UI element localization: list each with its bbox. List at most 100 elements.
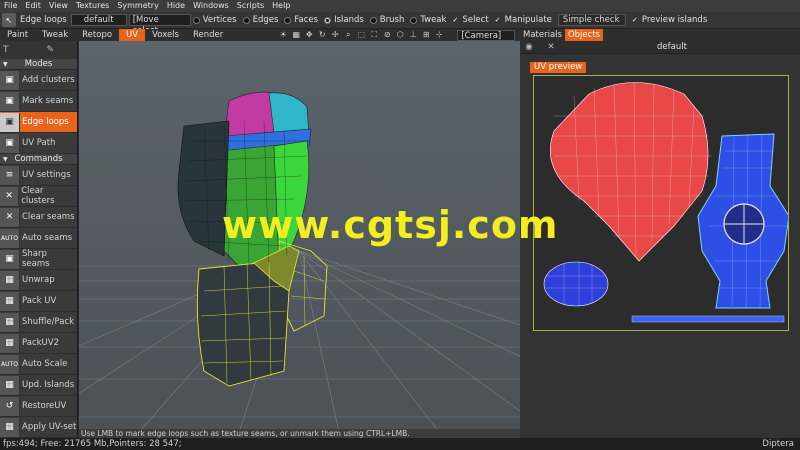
radio-dot-icon <box>284 16 292 24</box>
menu-file[interactable]: File <box>0 0 21 12</box>
tool-edge-loops[interactable]: ▣ Edge loops <box>0 112 77 133</box>
tool-uv-settings[interactable]: ≡ UV settings <box>0 165 77 186</box>
status-bar: fps:494; Free: 21765 Mb,Pointers: 28 547… <box>0 438 800 450</box>
menu-hide[interactable]: Hide <box>163 0 189 12</box>
grid-toggle-icon[interactable]: ⊞ <box>421 30 431 40</box>
radio-faces[interactable]: Faces <box>284 15 318 25</box>
tool-label: Clear clusters <box>21 186 55 206</box>
tab-retopo[interactable]: Retopo <box>75 29 119 41</box>
tool-mark-seams[interactable]: ▣ Mark seams <box>0 91 77 112</box>
cube-icon: ▣ <box>0 91 20 111</box>
tool-apply-uv-set[interactable]: ▦ Apply UV-set <box>0 417 77 438</box>
close-icon[interactable]: ✕ <box>545 42 557 52</box>
tool-auto-scale[interactable]: AUTO Auto Scale <box>0 354 77 375</box>
brush-icon[interactable]: ✎ <box>47 45 55 55</box>
menu-help[interactable]: Help <box>268 0 294 12</box>
pan-icon[interactable]: ✢ <box>330 30 340 40</box>
edge-loops-tool-icon[interactable]: ↖ <box>2 13 16 27</box>
no-icon[interactable]: ⊘ <box>382 30 392 40</box>
radio-label: Faces <box>294 15 319 25</box>
tool-clear-clusters[interactable]: ✕ Clear clusters <box>0 186 77 207</box>
commands-header[interactable]: ▼ Commands <box>0 154 77 165</box>
tool-unwrap[interactable]: ▦ Unwrap <box>0 270 77 291</box>
menu-windows[interactable]: Windows <box>189 0 233 12</box>
simple-check-dropdown[interactable]: Simple check <box>557 14 626 26</box>
modes-header[interactable]: ▼ Modes <box>0 59 77 70</box>
checkbox-select[interactable]: ✓ Select <box>452 15 488 25</box>
radio-label: Brush <box>379 15 405 25</box>
cube-icon[interactable]: ⬡ <box>395 30 405 40</box>
uv-settings-icon: ≡ <box>0 165 20 185</box>
radio-islands[interactable]: Islands <box>324 15 364 25</box>
radio-tweak[interactable]: Tweak <box>410 15 446 25</box>
tab-paint[interactable]: Paint <box>0 29 35 41</box>
radio-brush[interactable]: Brush <box>369 15 405 25</box>
zoom-icon[interactable]: ⌕ <box>343 30 353 40</box>
menu-symmetry[interactable]: Symmetry <box>113 0 162 12</box>
light-icon[interactable]: ☀ <box>278 30 288 40</box>
radio-edges[interactable]: Edges <box>242 15 279 25</box>
checkbox-manipulate[interactable]: ✓ Manipulate <box>495 15 552 25</box>
tool-shuffle-pack[interactable]: ▦ Shuffle/Pack <box>0 312 77 333</box>
menu-view[interactable]: View <box>45 0 72 12</box>
tool-label: UV settings <box>22 170 71 180</box>
gizmo-icon[interactable]: ⊹ <box>434 30 444 40</box>
tab-tweak[interactable]: Tweak <box>35 29 75 41</box>
uv-preview-tab[interactable]: UV preview <box>530 62 587 73</box>
commands-header-label: Commands <box>14 154 63 164</box>
tool-label: Upd. Islands <box>22 380 75 390</box>
cube-icon: ▣ <box>0 112 20 132</box>
select-icon[interactable]: ⬚ <box>356 30 366 40</box>
radio-label: Edges <box>252 15 279 25</box>
modes-list: ▣ Add clusters ▣ Mark seams ▣ Edge loops ▣ UV P… <box>0 70 77 154</box>
menu-scripts[interactable]: Scripts <box>233 0 268 12</box>
cube-icon: ▣ <box>0 133 20 153</box>
3d-viewport[interactable] <box>79 41 520 432</box>
tool-clear-seams[interactable]: ✕ Clear seams <box>0 207 77 228</box>
tab-materials[interactable]: Materials <box>520 29 565 41</box>
text-tool-icon[interactable]: T <box>3 45 9 55</box>
tab-render[interactable]: Render <box>186 29 230 41</box>
tool-packuv2[interactable]: ▦ PackUV2 <box>0 333 77 354</box>
tool-label: RestoreUV <box>22 401 67 411</box>
rotate-icon[interactable]: ↻ <box>317 30 327 40</box>
uv-preview-canvas[interactable] <box>533 75 789 331</box>
camera-dropdown[interactable]: [Camera] <box>457 29 516 41</box>
tab-objects[interactable]: Objects <box>564 29 604 41</box>
tool-restoreuv[interactable]: ↺ RestoreUV <box>0 396 77 417</box>
upd-islands-icon: ▦ <box>0 375 20 395</box>
radio-label: Vertices <box>202 15 237 25</box>
room-tabs: Paint Tweak Retopo UV Voxels Render ☀ ▦ ✥ ↻ ✢… <box>0 29 520 41</box>
right-panel-header: ◉ ✕ default <box>520 41 800 54</box>
eye-icon[interactable]: ◉ <box>523 42 535 52</box>
menu-textures[interactable]: Textures <box>72 0 113 12</box>
axes-icon[interactable]: ⊥ <box>408 30 418 40</box>
move-select-dropdown[interactable]: [Move select <box>128 14 191 36</box>
tool-auto-seams[interactable]: AUTO Auto seams <box>0 228 77 249</box>
current-tool-label: Edge loops <box>20 15 67 25</box>
tool-label: Unwrap <box>22 275 55 285</box>
auto-scale-icon: AUTO <box>0 354 20 374</box>
radio-dot-icon <box>242 16 250 24</box>
tool-upd-islands[interactable]: ▦ Upd. Islands <box>0 375 77 396</box>
grid-icon[interactable]: ▦ <box>291 30 301 40</box>
radio-label: Islands <box>334 15 364 25</box>
move-icon[interactable]: ✥ <box>304 30 314 40</box>
radio-vertices[interactable]: Vertices <box>192 15 237 25</box>
menu-edit[interactable]: Edit <box>21 0 45 12</box>
preview-islands-checkbox[interactable]: ✓ Preview islands <box>632 15 707 25</box>
tool-add-clusters[interactable]: ▣ Add clusters <box>0 70 77 91</box>
tool-pack-uv[interactable]: ▦ Pack UV <box>0 291 77 312</box>
viewport-toolbar: ☀ ▦ ✥ ↻ ✢ ⌕ ⬚ ⛶ ⊘ ⬡ ⊥ ⊞ ⊹ <box>278 30 447 40</box>
tool-uv-path[interactable]: ▣ UV Path <box>0 133 77 154</box>
tab-voxels[interactable]: Voxels <box>145 29 186 41</box>
preset-dropdown[interactable]: default <box>70 14 127 26</box>
radio-dot-icon <box>192 16 200 24</box>
object-name: default <box>657 42 687 52</box>
checkmark-icon: ✓ <box>452 15 459 24</box>
frame-icon[interactable]: ⛶ <box>369 30 379 40</box>
tool-sharp-seams[interactable]: ▣ Sharp seams <box>0 249 77 270</box>
pack-uv-icon: ▦ <box>0 291 20 311</box>
tab-uv[interactable]: UV <box>119 29 146 41</box>
tool-label: Sharp seams <box>21 249 50 269</box>
